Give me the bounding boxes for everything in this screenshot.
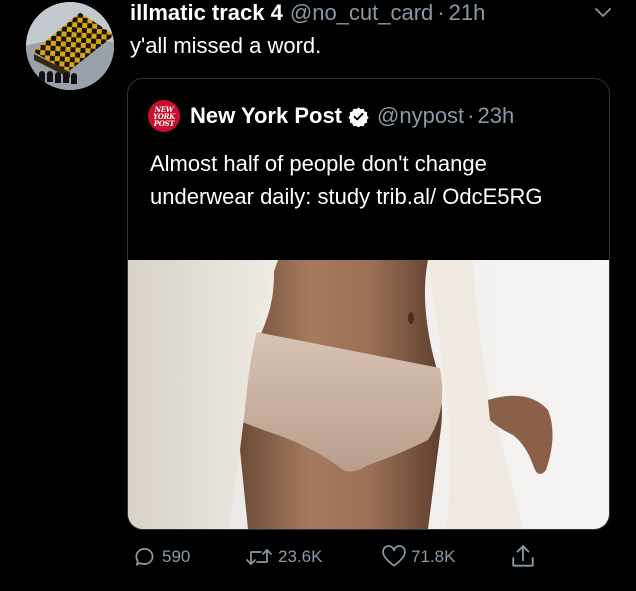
logo-line: POST [153, 118, 175, 128]
retweet-icon [246, 549, 272, 565]
avatar[interactable] [26, 2, 114, 90]
reply-count: 590 [162, 547, 191, 566]
tweet-actions: 590 23.6K 71.8K [0, 540, 636, 574]
user-handle[interactable]: @no_cut_card [290, 0, 433, 26]
avatar-chessboard-image [26, 2, 114, 90]
quoted-tweet-image[interactable] [128, 260, 609, 529]
share-icon [512, 545, 534, 567]
retweet-button[interactable]: 23.6K [244, 544, 322, 570]
display-name[interactable]: illmatic track 4 [130, 0, 283, 26]
retweet-count: 23.6K [278, 547, 323, 566]
reply-button[interactable]: 590 [132, 544, 190, 570]
tweet-text: y'all missed a word. [130, 33, 322, 58]
tweet: illmatic track 4 @no_cut_card · 21h y'al… [0, 0, 636, 591]
separator-dot: · [437, 0, 445, 25]
share-button[interactable] [510, 544, 540, 570]
quoted-tweet-text: Almost half of people don't change under… [150, 151, 543, 209]
quoted-user-handle[interactable]: @nypost [377, 103, 464, 129]
quoted-display-name[interactable]: New York Post [190, 103, 342, 129]
reply-icon [135, 548, 154, 566]
verified-badge-icon [348, 106, 369, 127]
tweet-header: illmatic track 4 @no_cut_card · 21h [130, 0, 485, 30]
quoted-tweet[interactable]: NEW YORK POST New York Post @nypost · 23… [127, 78, 610, 530]
separator-dot: · [467, 103, 475, 128]
like-count: 71.8K [411, 547, 456, 566]
photo-of-person-in-underwear [128, 260, 609, 529]
quoted-tweet-header: NEW YORK POST New York Post @nypost · 23… [148, 100, 514, 132]
like-button[interactable]: 71.8K [381, 544, 455, 570]
nypost-logo[interactable]: NEW YORK POST [148, 100, 180, 132]
timestamp[interactable]: 21h [449, 0, 486, 26]
heart-icon [382, 545, 406, 567]
chevron-down-icon[interactable] [593, 5, 613, 21]
quoted-timestamp[interactable]: 23h [478, 103, 515, 129]
